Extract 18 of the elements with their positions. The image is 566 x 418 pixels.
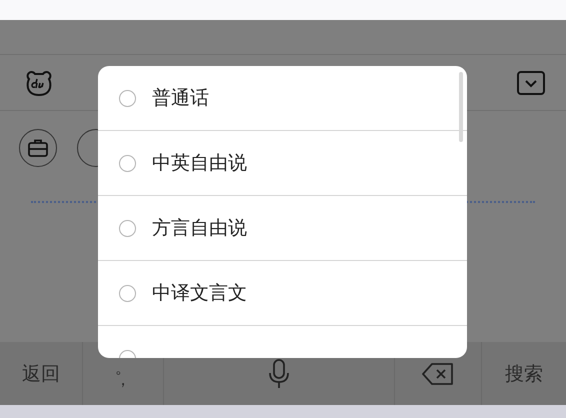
option-label: 普通话 (152, 86, 209, 111)
language-option[interactable]: 中译文言文 (98, 261, 467, 326)
backspace-icon (422, 362, 454, 384)
radio-button[interactable] (119, 90, 136, 106)
radio-button[interactable] (119, 154, 136, 172)
language-option[interactable]: 方言自由说 (98, 196, 467, 261)
radio-button[interactable] (119, 220, 136, 236)
briefcase-button[interactable] (19, 129, 57, 167)
option-label: 中英自由说 (152, 151, 247, 176)
option-label: 中译文言文 (152, 281, 247, 306)
radio-button[interactable] (119, 284, 136, 302)
bear-logo-icon[interactable] (24, 70, 54, 96)
language-option[interactable]: 中英自由说 (98, 131, 467, 196)
option-label: 方言自由说 (152, 216, 247, 241)
scrollbar-thumb[interactable] (459, 72, 463, 142)
microphone-icon (268, 358, 290, 388)
chevron-down-icon[interactable] (517, 70, 545, 94)
briefcase-icon (28, 139, 48, 157)
